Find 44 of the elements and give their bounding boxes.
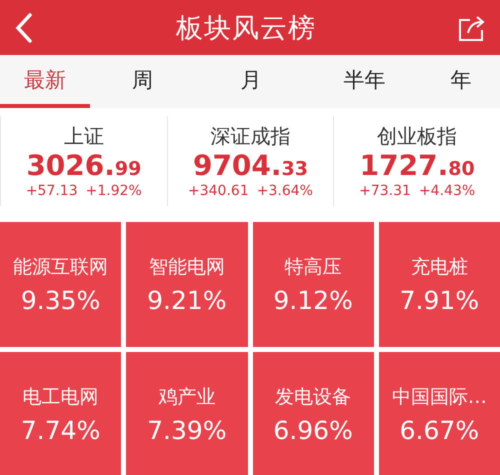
tab[interactable]: 年 — [422, 55, 500, 108]
index-change-percent: +1.92% — [86, 182, 142, 199]
sector-tile[interactable]: 中国国际… 6.67% — [378, 352, 500, 475]
sector-change-percent: 9.35% — [20, 286, 100, 315]
sector-tile[interactable]: 发电设备 6.96% — [252, 352, 374, 475]
tab[interactable]: 周 — [90, 55, 195, 108]
sector-tile[interactable]: 能源互联网 9.35% — [0, 222, 122, 347]
sector-tile[interactable]: 特高压 9.12% — [252, 222, 374, 347]
sector-change-percent: 7.74% — [20, 416, 100, 445]
sector-change-percent: 7.91% — [400, 286, 480, 315]
sector-name: 发电设备 — [275, 385, 352, 410]
sector-tile[interactable]: 充电桩 7.91% — [378, 222, 500, 347]
index-value: 9704.33 — [192, 151, 308, 182]
sector-tile[interactable]: 鸡产业 7.39% — [126, 352, 248, 475]
index-name: 创业板指 — [377, 123, 458, 150]
index-change-percent: +4.43% — [418, 182, 476, 199]
sector-name: 特高压 — [284, 255, 342, 280]
sector-name: 能源互联网 — [13, 255, 108, 280]
sector-change-percent: 6.67% — [400, 416, 480, 445]
sector-name: 充电桩 — [410, 255, 468, 280]
sector-name: 鸡产业 — [158, 385, 216, 410]
index-value: 1727.80 — [360, 151, 475, 182]
tab[interactable]: 月 — [195, 55, 307, 108]
index-change-percent: +3.64% — [256, 182, 313, 199]
sector-change-percent: 6.96% — [273, 416, 353, 445]
page-title: 板块风云榜 — [176, 12, 316, 46]
index-change: +340.61 — [188, 182, 249, 199]
index-change: +57.13 — [26, 182, 78, 199]
sector-change-percent: 9.12% — [273, 286, 353, 315]
sector-name: 智能电网 — [148, 255, 225, 280]
sector-change-percent: 9.21% — [147, 286, 227, 315]
sector-name: 中国国际… — [392, 385, 487, 410]
share-icon[interactable] — [458, 14, 486, 42]
index-change: +73.31 — [359, 182, 411, 199]
back-icon[interactable] — [14, 12, 34, 42]
tab[interactable]: 最新 — [0, 55, 90, 108]
tab[interactable]: 半年 — [307, 55, 422, 108]
index-value: 3026.99 — [26, 151, 142, 182]
sector-tile[interactable]: 智能电网 9.21% — [126, 222, 248, 347]
sector-name: 电工电网 — [22, 385, 99, 410]
index-name: 深证成指 — [210, 123, 290, 150]
index-name: 上证 — [64, 123, 104, 150]
sector-change-percent: 7.39% — [147, 416, 227, 445]
sector-tile[interactable]: 电工电网 7.74% — [0, 352, 122, 475]
